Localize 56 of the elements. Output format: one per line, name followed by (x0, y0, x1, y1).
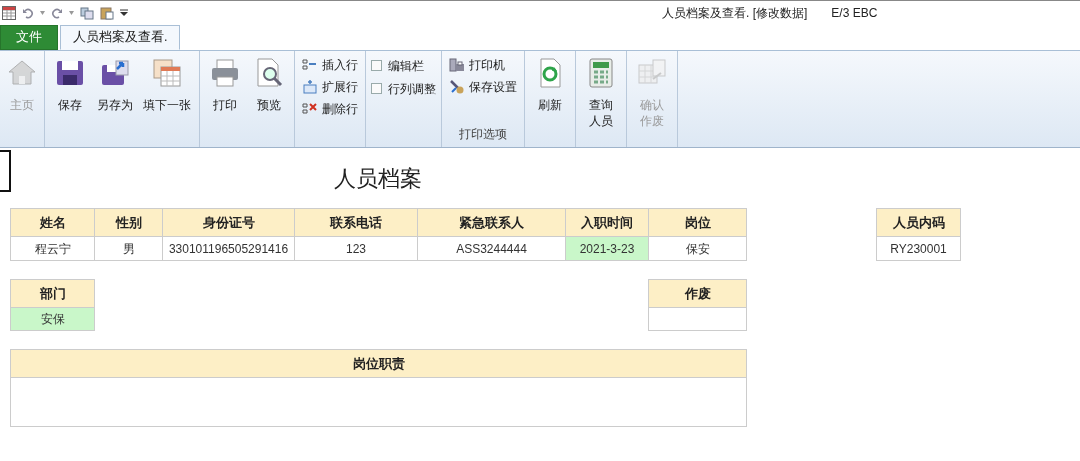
ribbon-button[interactable]: 插入行 (300, 55, 360, 75)
header-cell: 部门 (10, 279, 95, 308)
printer-icon (449, 57, 465, 73)
cell-cursor (0, 150, 11, 192)
group-label: 打印选项 (458, 126, 508, 143)
insert-row-icon (302, 57, 318, 73)
ribbon-button[interactable]: 填下一张 (140, 55, 194, 145)
ribbon-button[interactable]: 扩展行 (300, 77, 360, 97)
header-cell: 联系电话 (294, 208, 418, 237)
header-cell: 紧急联系人 (417, 208, 566, 237)
printer-icon (209, 57, 241, 89)
header-cell: 性别 (94, 208, 163, 237)
header-cell: 姓名 (10, 208, 95, 237)
header-cell: 岗位职责 (10, 349, 747, 378)
spreadsheet-icon[interactable] (2, 6, 16, 20)
checkbox-label: 行列调整 (388, 80, 436, 98)
ribbon-button[interactable]: 打印机 (447, 55, 519, 75)
tools-icon (449, 79, 465, 95)
copy-sheet-icon (151, 57, 183, 89)
ribbon-button[interactable]: 删除行 (300, 99, 360, 119)
user-label: E/3 EBC (831, 5, 878, 22)
table-cell[interactable]: 2021-3-23 (565, 236, 649, 261)
checkbox[interactable] (371, 60, 382, 71)
checkbox[interactable] (371, 83, 382, 94)
header-cell: 作废 (648, 279, 747, 308)
copy-icon[interactable] (80, 6, 94, 20)
ribbon-button[interactable]: 保存 (50, 55, 90, 145)
table-cell[interactable]: 安保 (10, 307, 95, 331)
delete-row-icon (302, 101, 318, 117)
header-cell: 人员内码 (876, 208, 961, 237)
checkbox-label: 编辑栏 (388, 57, 424, 75)
ribbon-button[interactable]: 保存设置 (447, 77, 519, 97)
empty-cell[interactable] (10, 377, 747, 427)
sheet-title: 人员档案 (334, 164, 422, 193)
expand-row-icon (302, 79, 318, 95)
header-cell: 岗位 (648, 208, 747, 237)
paste-icon[interactable] (100, 6, 114, 20)
table-cell[interactable]: 保安 (648, 236, 747, 261)
customize-icon[interactable] (120, 9, 128, 17)
empty-cell[interactable] (648, 307, 747, 331)
table-cell[interactable]: 程云宁 (10, 236, 95, 261)
ribbon-tab[interactable]: 人员档案及查看. (60, 25, 181, 50)
ribbon-button[interactable]: 另存为 (94, 55, 136, 145)
dropdown-icon[interactable] (40, 11, 45, 15)
header-cell: 身份证号 (162, 208, 295, 237)
ribbon-button[interactable]: 刷新 (530, 55, 570, 145)
undo-icon[interactable] (22, 7, 34, 19)
ribbon-button[interactable]: 查询人员 (581, 55, 621, 145)
redo-icon[interactable] (51, 7, 63, 19)
table-cell[interactable]: RY230001 (876, 236, 961, 261)
file-menu-tab[interactable]: 文件 (0, 25, 58, 50)
ribbon-button[interactable]: 预览 (249, 55, 289, 145)
ribbon-button[interactable]: 打印 (205, 55, 245, 145)
header-cell: 入职时间 (565, 208, 649, 237)
dropdown-icon[interactable] (69, 11, 74, 15)
window-title: 人员档案及查看. [修改数据] (662, 5, 808, 22)
